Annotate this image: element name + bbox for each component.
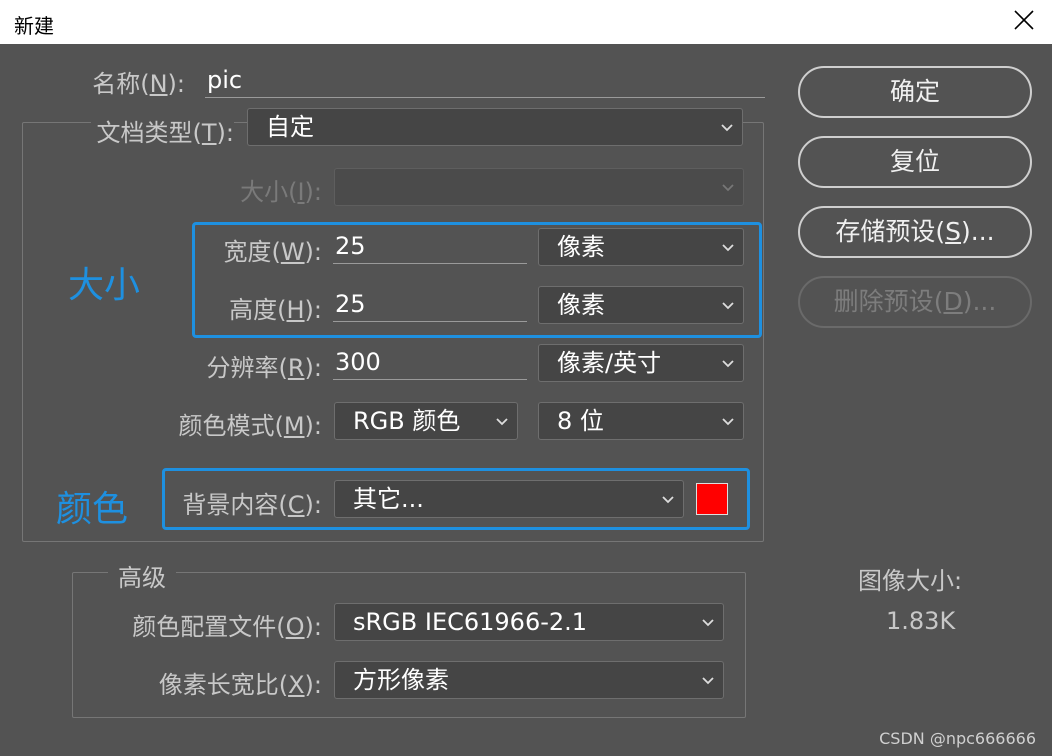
color-mode-select[interactable]: RGB 颜色 xyxy=(334,402,518,440)
color-profile-label: 颜色配置文件(O): xyxy=(132,613,322,641)
height-unit-select[interactable]: 像素 xyxy=(538,286,744,324)
resolution-unit-select[interactable]: 像素/英寸 xyxy=(538,344,744,382)
doc-type-label: 文档类型(T): xyxy=(90,113,234,148)
background-color-swatch[interactable] xyxy=(696,483,728,515)
height-label: 高度(H): xyxy=(229,296,322,324)
size-annotation: 大小 xyxy=(68,265,141,306)
chevron-down-icon xyxy=(722,360,734,368)
chevron-down-icon xyxy=(722,302,734,310)
window-title: 新建 xyxy=(14,14,54,38)
close-icon[interactable] xyxy=(1012,8,1036,32)
delete-preset-button: 删除预设(D)... xyxy=(798,276,1032,328)
chevron-down-icon xyxy=(662,496,674,504)
background-select[interactable]: 其它... xyxy=(334,480,684,518)
width-label: 宽度(W): xyxy=(223,238,322,266)
save-preset-button[interactable]: 存储预设(S)... xyxy=(798,206,1032,258)
size-select xyxy=(334,168,744,206)
doc-type-value: 自定 xyxy=(266,113,314,141)
chevron-down-icon xyxy=(702,619,714,627)
size-label: 大小(I): xyxy=(240,178,322,206)
image-size-value: 1.83K xyxy=(886,607,956,635)
advanced-title: 高级 xyxy=(108,558,176,593)
chevron-down-icon xyxy=(722,418,734,426)
pixel-aspect-select[interactable]: 方形像素 xyxy=(334,661,724,699)
watermark: CSDN @npc666666 xyxy=(879,729,1036,748)
height-input[interactable]: 25 xyxy=(333,287,527,322)
width-input[interactable]: 25 xyxy=(333,229,527,264)
color-annotation: 颜色 xyxy=(56,489,129,530)
chevron-down-icon xyxy=(496,418,508,426)
ok-button[interactable]: 确定 xyxy=(798,66,1032,118)
title-bar: 新建 xyxy=(0,0,1052,44)
chevron-down-icon xyxy=(722,244,734,252)
name-input[interactable]: pic xyxy=(205,63,765,98)
width-unit-select[interactable]: 像素 xyxy=(538,228,744,266)
resolution-input[interactable]: 300 xyxy=(333,345,527,380)
bit-depth-select[interactable]: 8 位 xyxy=(538,402,744,440)
color-profile-select[interactable]: sRGB IEC61966-2.1 xyxy=(334,603,724,641)
pixel-aspect-label: 像素长宽比(X): xyxy=(158,671,322,699)
color-mode-label: 颜色模式(M): xyxy=(178,412,322,440)
chevron-down-icon xyxy=(721,124,733,132)
background-label: 背景内容(C): xyxy=(182,491,322,519)
name-label: 名称(N): xyxy=(92,70,185,98)
chevron-down-icon xyxy=(702,677,714,685)
resolution-label: 分辨率(R): xyxy=(206,354,322,382)
chevron-down-icon xyxy=(722,184,734,192)
doc-type-select[interactable]: 自定 xyxy=(247,108,743,146)
reset-button[interactable]: 复位 xyxy=(798,136,1032,188)
image-size-label: 图像大小: xyxy=(858,567,963,595)
